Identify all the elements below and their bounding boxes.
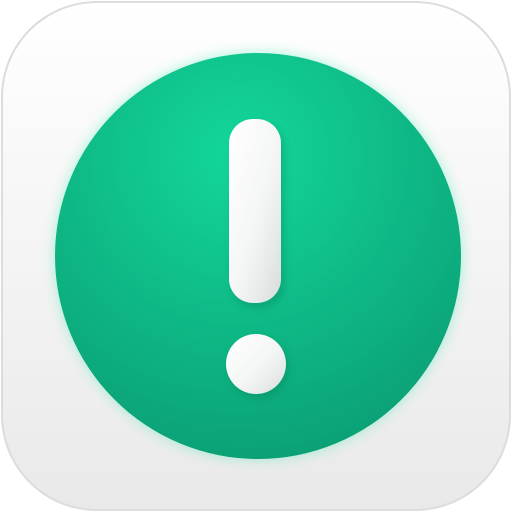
exclamation-bar	[229, 119, 281, 303]
icon-canvas	[0, 0, 512, 512]
exclamation-app-icon[interactable]	[0, 0, 512, 512]
exclamation-dot	[226, 334, 286, 394]
